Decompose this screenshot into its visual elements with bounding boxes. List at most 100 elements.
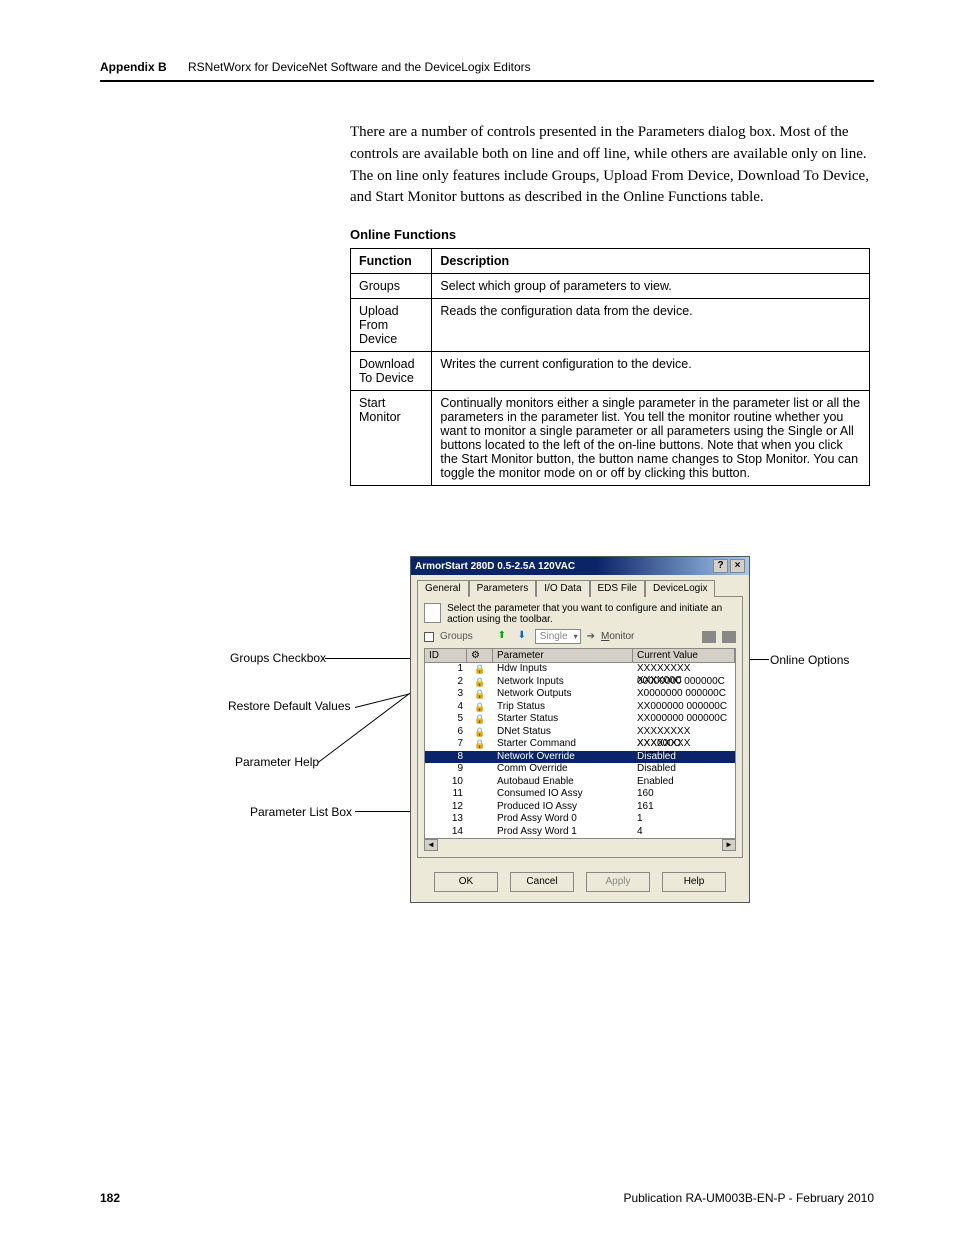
help-icon[interactable]: ? bbox=[713, 559, 728, 573]
cell-value: Disabled bbox=[633, 763, 735, 776]
cell-id: 3 bbox=[425, 688, 467, 701]
titlebar: ArmorStart 280D 0.5-2.5A 120VAC ? × bbox=[411, 557, 749, 575]
cell-param: Prod Assy Word 0 bbox=[493, 813, 633, 826]
th-description: Description bbox=[432, 249, 870, 274]
param-row[interactable]: 2🔒Network Inputs00000000 000000C bbox=[425, 676, 735, 689]
col-value: Current Value bbox=[633, 649, 735, 662]
page-header: Appendix B RSNetWorx for DeviceNet Softw… bbox=[100, 60, 874, 82]
header-title: RSNetWorx for DeviceNet Software and the… bbox=[188, 60, 531, 74]
toolbar-icon[interactable] bbox=[702, 631, 716, 643]
cell-param: Hdw Inputs bbox=[493, 663, 633, 676]
body-paragraph: There are a number of controls presented… bbox=[350, 122, 874, 209]
cell-value: 161 bbox=[633, 801, 735, 814]
cell-param: DNet Status bbox=[493, 726, 633, 739]
tabs: General Parameters I/O Data EDS File Dev… bbox=[411, 575, 749, 596]
param-row[interactable]: 9Comm OverrideDisabled bbox=[425, 763, 735, 776]
cell-param: Autobaud Enable bbox=[493, 776, 633, 789]
cell-value: XXXXXXXX XXX000C bbox=[633, 726, 735, 739]
lock-icon bbox=[467, 801, 493, 814]
param-row[interactable]: 8 Network OverrideDisabled bbox=[425, 751, 735, 764]
param-row[interactable]: 14Prod Assy Word 14 bbox=[425, 826, 735, 839]
cell-function: Groups bbox=[351, 274, 432, 299]
dialog-buttons: OK Cancel Apply Help bbox=[411, 864, 749, 902]
param-row[interactable]: 12Produced IO Assy161 bbox=[425, 801, 735, 814]
lock-icon bbox=[467, 826, 493, 839]
param-row[interactable]: 13Prod Assy Word 01 bbox=[425, 813, 735, 826]
scroll-right-icon[interactable]: ► bbox=[722, 839, 736, 851]
param-row[interactable]: 7🔒Starter CommandXXXXXXXX 000000C bbox=[425, 738, 735, 751]
single-dropdown[interactable]: Single bbox=[535, 629, 581, 644]
arrow-icon: ➔ bbox=[587, 631, 595, 642]
param-row[interactable]: 5🔒Starter StatusXX000000 000000C bbox=[425, 713, 735, 726]
apply-button[interactable]: Apply bbox=[586, 872, 650, 892]
cell-id: 14 bbox=[425, 826, 467, 839]
help-button[interactable]: Help bbox=[662, 872, 726, 892]
online-functions-table: Function Description GroupsSelect which … bbox=[350, 248, 870, 486]
lock-icon: 🔒 bbox=[467, 701, 493, 714]
col-id: ID bbox=[425, 649, 467, 662]
figure: Groups Checkbox Restore Default Values P… bbox=[100, 556, 874, 976]
param-row[interactable]: 10Autobaud EnableEnabled bbox=[425, 776, 735, 789]
cell-function: Upload From Device bbox=[351, 299, 432, 352]
cell-param: Prod Assy Word 1 bbox=[493, 826, 633, 839]
cancel-button[interactable]: Cancel bbox=[510, 872, 574, 892]
lock-icon bbox=[467, 763, 493, 776]
tab-io-data[interactable]: I/O Data bbox=[536, 580, 589, 597]
cell-id: 8 bbox=[425, 751, 467, 764]
lock-icon: 🔒 bbox=[467, 726, 493, 739]
param-row[interactable]: 11Consumed IO Assy160 bbox=[425, 788, 735, 801]
cell-description: Reads the configuration data from the de… bbox=[432, 299, 870, 352]
cell-param: Network Inputs bbox=[493, 676, 633, 689]
cell-id: 7 bbox=[425, 738, 467, 751]
cell-value: XXXXXXXX 000000C bbox=[633, 738, 735, 751]
param-row[interactable]: 4🔒Trip StatusXX000000 000000C bbox=[425, 701, 735, 714]
cell-value: XX000000 000000C bbox=[633, 713, 735, 726]
cell-value: Enabled bbox=[633, 776, 735, 789]
monitor-button[interactable]: MMonitoronitor bbox=[601, 631, 634, 642]
cell-id: 4 bbox=[425, 701, 467, 714]
cell-param: Starter Status bbox=[493, 713, 633, 726]
param-row[interactable]: 1🔒Hdw InputsXXXXXXXX XXXX00C bbox=[425, 663, 735, 676]
tab-parameters[interactable]: Parameters bbox=[469, 580, 537, 597]
parameters-dialog: ArmorStart 280D 0.5-2.5A 120VAC ? × Gene… bbox=[410, 556, 750, 903]
download-icon[interactable]: ⬇ bbox=[515, 630, 529, 644]
callout-groups: Groups Checkbox bbox=[230, 651, 326, 665]
cell-id: 13 bbox=[425, 813, 467, 826]
toolbar: Groups ⬆ ⬇ Single ➔ MMonitoronitor bbox=[424, 629, 736, 644]
toolbar-icon[interactable] bbox=[722, 631, 736, 643]
cell-description: Continually monitors either a single par… bbox=[432, 391, 870, 486]
callout-help: Parameter Help bbox=[235, 755, 319, 769]
groups-checkbox[interactable] bbox=[424, 632, 434, 642]
leader bbox=[355, 811, 415, 812]
cell-function: Download To Device bbox=[351, 352, 432, 391]
tab-devicelogix[interactable]: DeviceLogix bbox=[645, 580, 715, 597]
cell-value: X0000000 000000C bbox=[633, 688, 735, 701]
scroll-left-icon[interactable]: ◄ bbox=[424, 839, 438, 851]
lock-icon: 🔒 bbox=[467, 713, 493, 726]
cell-id: 6 bbox=[425, 726, 467, 739]
hint-row: Select the parameter that you want to co… bbox=[424, 603, 736, 625]
hscrollbar[interactable]: ◄ ► bbox=[424, 839, 736, 851]
table-row: Download To DeviceWrites the current con… bbox=[351, 352, 870, 391]
table-row: GroupsSelect which group of parameters t… bbox=[351, 274, 870, 299]
cell-param: Trip Status bbox=[493, 701, 633, 714]
tab-general[interactable]: General bbox=[417, 580, 469, 597]
cell-id: 2 bbox=[425, 676, 467, 689]
col-parameter: Parameter bbox=[493, 649, 633, 662]
cell-param: Starter Command bbox=[493, 738, 633, 751]
page-footer: 182 Publication RA-UM003B-EN-P - Februar… bbox=[100, 1191, 874, 1205]
cell-value: Disabled bbox=[633, 751, 735, 764]
lock-icon: 🔒 bbox=[467, 663, 493, 676]
close-icon[interactable]: × bbox=[730, 559, 745, 573]
hint-icon bbox=[424, 603, 441, 623]
ok-button[interactable]: OK bbox=[434, 872, 498, 892]
upload-icon[interactable]: ⬆ bbox=[495, 630, 509, 644]
lock-icon bbox=[467, 776, 493, 789]
cell-id: 9 bbox=[425, 763, 467, 776]
param-row[interactable]: 3🔒Network OutputsX0000000 000000C bbox=[425, 688, 735, 701]
cell-param: Network Override bbox=[493, 751, 633, 764]
th-function: Function bbox=[351, 249, 432, 274]
tab-eds-file[interactable]: EDS File bbox=[590, 580, 645, 597]
param-row[interactable]: 6🔒DNet StatusXXXXXXXX XXX000C bbox=[425, 726, 735, 739]
parameter-list-box[interactable]: 1🔒Hdw InputsXXXXXXXX XXXX00C2🔒Network In… bbox=[424, 663, 736, 839]
